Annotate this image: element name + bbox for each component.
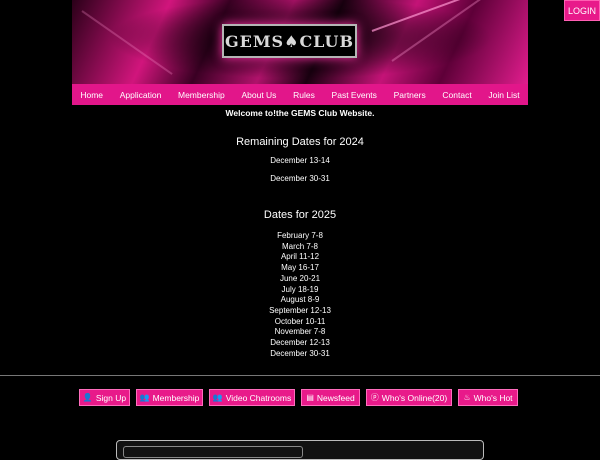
whos-online-label: Who's Online(20): [381, 392, 448, 403]
users-icon: 👥: [212, 392, 223, 402]
remaining-dates-title: Remaining Dates for 2024: [236, 136, 364, 148]
date-2025: April 11-12: [280, 252, 320, 262]
dates-2025-title: Dates for 2025: [263, 209, 337, 221]
date-2025: August 8-9: [280, 295, 320, 305]
date-2025: June 20-21: [279, 273, 321, 283]
date-2025: November 7-8: [274, 327, 326, 337]
pinterest-icon: ⓟ: [370, 392, 379, 402]
user-icon: 👤: [82, 392, 93, 402]
remaining-date: December 30-31: [270, 174, 330, 183]
bottom-panel-field[interactable]: [123, 446, 303, 458]
site-logo[interactable]: GEMS♠CLUB: [222, 24, 357, 58]
whos-online-button[interactable]: ⓟ Who's Online(20): [366, 389, 452, 406]
date-2025: October 10-11: [274, 316, 326, 326]
nav-item-partners[interactable]: Partners: [394, 90, 426, 100]
video-chatrooms-button[interactable]: 👥 Video Chatrooms: [209, 389, 295, 406]
nav-item-past-events[interactable]: Past Events: [332, 90, 377, 100]
nav-item-membership[interactable]: Membership: [178, 90, 225, 100]
date-2025: March 7-8: [281, 241, 318, 251]
whos-hot-label: Who's Hot: [473, 392, 513, 403]
newsfeed-button[interactable]: ▤ Newsfeed: [301, 389, 360, 406]
footer-divider: [0, 375, 600, 376]
nav-item-home[interactable]: Home: [80, 90, 103, 100]
date-2025: July 18-19: [281, 284, 319, 294]
welcome-text: Welcome to!the GEMS Club Website.: [225, 108, 375, 118]
date-2025: May 16-17: [281, 263, 319, 273]
remaining-date: December 13-14: [270, 156, 330, 165]
nav-item-rules[interactable]: Rules: [293, 90, 315, 100]
newspaper-icon: ▤: [306, 392, 314, 402]
main-navbar: Home Application Membership About Us Rul…: [72, 84, 528, 105]
date-2025: December 30-31: [270, 348, 330, 358]
footer-action-bar: 👤 Sign Up 👥 Membership 👥 Video Chatrooms…: [0, 389, 600, 406]
bottom-panel: [116, 440, 484, 460]
login-button[interactable]: LOGIN: [564, 0, 600, 21]
video-chatrooms-label: Video Chatrooms: [225, 392, 292, 403]
nav-item-application[interactable]: Application: [120, 90, 162, 100]
nav-item-contact[interactable]: Contact: [442, 90, 471, 100]
membership-label: Membership: [152, 392, 200, 403]
date-2025: September 12-13: [269, 305, 331, 315]
sign-up-label: Sign Up: [95, 392, 127, 403]
nav-item-about-us[interactable]: About Us: [241, 90, 276, 100]
sign-up-button[interactable]: 👤 Sign Up: [79, 389, 130, 406]
user-plus-icon: 👥: [139, 392, 150, 402]
header-banner: GEMS♠CLUB: [72, 0, 528, 84]
date-2025: February 7-8: [277, 231, 323, 240]
nav-item-join-list[interactable]: Join List: [488, 90, 519, 100]
newsfeed-label: Newsfeed: [316, 392, 355, 403]
whos-hot-button[interactable]: ♨ Who's Hot: [458, 389, 518, 406]
date-2025: December 12-13: [270, 338, 330, 347]
membership-button[interactable]: 👥 Membership: [136, 389, 203, 406]
fire-icon: ♨: [463, 392, 471, 402]
